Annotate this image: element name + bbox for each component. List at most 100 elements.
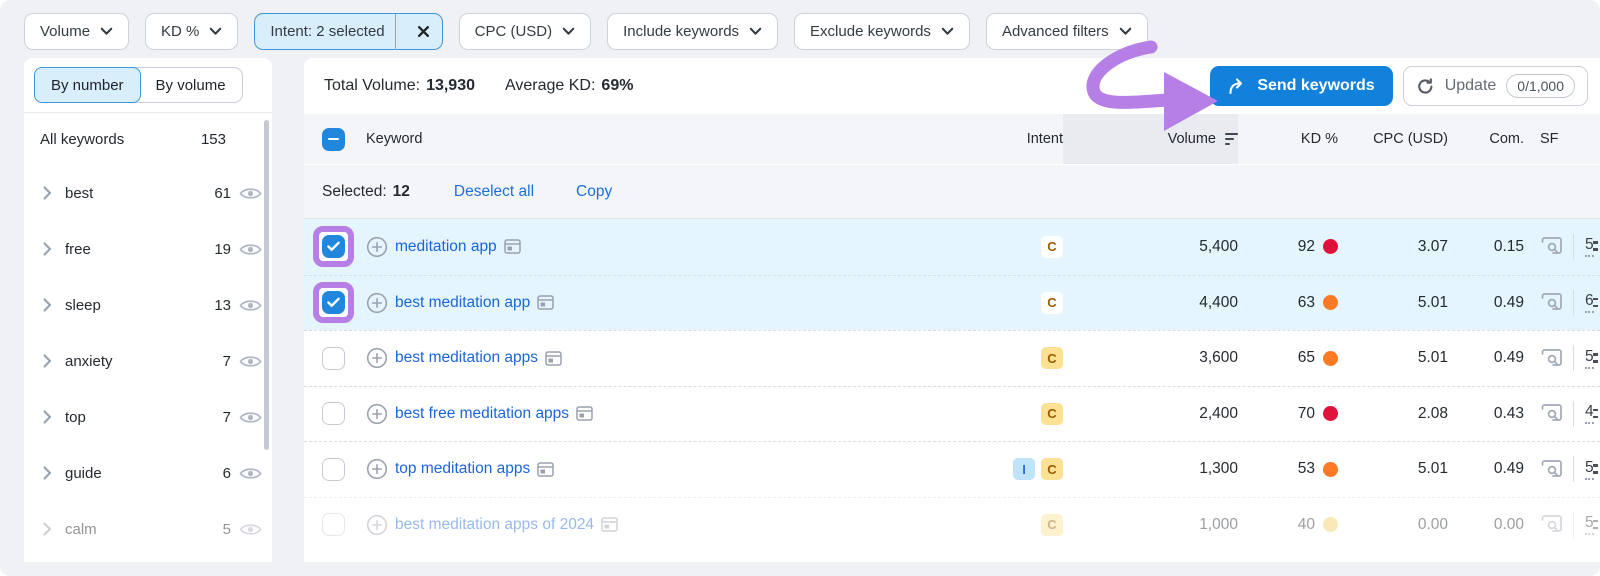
checkbox-highlight <box>322 347 345 370</box>
row-checkbox[interactable] <box>322 235 345 258</box>
filter-dropdown[interactable]: Include keywords <box>607 13 778 50</box>
filter-dropdown[interactable]: KD % <box>145 13 238 50</box>
add-to-list-icon[interactable] <box>366 403 388 425</box>
column-kd[interactable]: KD % <box>1301 131 1338 147</box>
sf-value[interactable]: 6 <box>1585 292 1594 313</box>
add-to-list-icon[interactable] <box>366 292 388 314</box>
com-value: 0.49 <box>1494 294 1524 312</box>
selection-toolbar: Selected: 12 Deselect all Copy <box>304 164 1600 219</box>
eye-icon[interactable] <box>239 298 262 313</box>
sidebar-group-item[interactable]: free 19 <box>24 221 272 277</box>
filter-dropdown[interactable]: Volume <box>24 13 129 50</box>
kd-dot-icon <box>1323 239 1338 254</box>
filter-label: Volume <box>40 23 90 40</box>
com-value: 0.15 <box>1494 238 1524 256</box>
keyword-link[interactable]: best meditation apps <box>395 349 538 367</box>
kd-dot-icon <box>1323 517 1338 532</box>
cpc-value: 5.01 <box>1418 460 1448 478</box>
keyword-link[interactable]: best free meditation apps <box>395 405 569 423</box>
sidebar-item-all-keywords[interactable]: All keywords 153 <box>24 113 272 165</box>
keyword-link[interactable]: meditation app <box>395 238 497 256</box>
column-intent[interactable]: Intent <box>1027 131 1063 147</box>
volume-value: 3,600 <box>1199 349 1238 367</box>
eye-icon[interactable] <box>239 466 262 481</box>
column-sf[interactable]: SF <box>1540 131 1559 147</box>
cpc-value: 2.08 <box>1418 405 1448 423</box>
keyword-link[interactable]: top meditation apps <box>395 460 530 478</box>
eye-icon[interactable] <box>239 354 262 369</box>
eye-icon[interactable] <box>239 410 262 425</box>
column-volume-sorted[interactable]: Volume <box>1063 114 1238 164</box>
intent-badges: IC <box>1013 458 1063 480</box>
row-checkbox[interactable] <box>322 347 345 370</box>
filter-bar: Volume KD % Intent: 2 selected CPC (USD)… <box>0 0 1600 50</box>
add-to-list-icon[interactable] <box>366 347 388 369</box>
filter-dropdown[interactable]: Intent: 2 selected <box>254 13 442 50</box>
eye-icon[interactable] <box>239 242 262 257</box>
serp-preview-icon[interactable] <box>1540 514 1564 535</box>
selected-label: Selected: <box>322 183 387 201</box>
serp-preview-icon[interactable] <box>1540 403 1564 424</box>
sidebar-group-item[interactable]: calm 5 <box>24 501 272 557</box>
filter-label: Intent: 2 selected <box>270 23 384 40</box>
tab-by-volume[interactable]: By volume <box>139 67 243 103</box>
eye-icon[interactable] <box>239 186 262 201</box>
tab-by-number[interactable]: By number <box>34 67 141 103</box>
keyword-link[interactable]: best meditation apps of 2024 <box>395 516 594 534</box>
results-panel: Total Volume: 13,930 Average KD: 69% Sen… <box>304 58 1600 562</box>
row-checkbox[interactable] <box>322 291 345 314</box>
serp-icon <box>601 517 618 532</box>
filter-dropdown[interactable]: Advanced filters <box>986 13 1148 50</box>
serp-preview-icon[interactable] <box>1540 236 1564 257</box>
filter-dropdown[interactable]: Exclude keywords <box>794 13 970 50</box>
select-all-checkbox[interactable] <box>322 128 345 151</box>
update-button[interactable]: Update 0/1,000 <box>1403 66 1588 106</box>
row-checkbox[interactable] <box>322 458 345 481</box>
column-keyword[interactable]: Keyword <box>366 131 422 147</box>
sidebar-group-item[interactable]: sleep 13 <box>24 277 272 333</box>
row-checkbox[interactable] <box>322 402 345 425</box>
sf-value[interactable]: 5 <box>1585 459 1594 480</box>
add-to-list-icon[interactable] <box>366 458 388 480</box>
all-keywords-count: 153 <box>201 131 226 148</box>
table-row: best meditation apps of 2024 C 1,000 40 … <box>304 497 1600 553</box>
close-icon[interactable] <box>406 14 442 50</box>
group-count: 13 <box>214 297 231 314</box>
sf-value[interactable]: 5 <box>1585 236 1594 257</box>
average-kd-value: 69% <box>601 77 633 95</box>
group-list: All keywords 153 best 61 free 19 sleep 1… <box>24 113 272 557</box>
send-keywords-button[interactable]: Send keywords <box>1210 66 1392 106</box>
serp-preview-icon[interactable] <box>1540 459 1564 480</box>
column-com[interactable]: Com. <box>1489 131 1524 147</box>
sidebar-group-item[interactable]: anxiety 7 <box>24 333 272 389</box>
serp-preview-icon[interactable] <box>1540 348 1564 369</box>
keyword-link[interactable]: best meditation app <box>395 294 530 312</box>
sf-value[interactable]: 5 <box>1585 348 1594 369</box>
intent-badges: C <box>1041 236 1063 258</box>
sort-descending-icon <box>1225 133 1238 145</box>
group-label: anxiety <box>65 353 113 370</box>
kd-value: 63 <box>1298 294 1315 312</box>
cpc-value: 3.07 <box>1418 238 1448 256</box>
add-to-list-icon[interactable] <box>366 236 388 258</box>
sidebar-scrollbar[interactable] <box>264 120 269 450</box>
intent-badge-C: C <box>1041 236 1063 258</box>
sidebar-group-item[interactable]: guide 6 <box>24 445 272 501</box>
chevron-down-icon <box>100 27 113 36</box>
sidebar-group-item[interactable]: top 7 <box>24 389 272 445</box>
sf-value[interactable]: 4 <box>1585 403 1594 424</box>
filter-label: Advanced filters <box>1002 23 1109 40</box>
sf-value[interactable]: 5 <box>1585 514 1594 535</box>
sidebar-group-item[interactable]: best 61 <box>24 165 272 221</box>
deselect-all-link[interactable]: Deselect all <box>454 183 534 201</box>
checkbox-highlight <box>313 282 354 323</box>
filter-dropdown[interactable]: CPC (USD) <box>459 13 592 50</box>
row-checkbox[interactable] <box>322 513 345 536</box>
eye-icon[interactable] <box>239 522 262 537</box>
summary-bar: Total Volume: 13,930 Average KD: 69% Sen… <box>304 58 1600 114</box>
group-count: 7 <box>223 409 231 426</box>
column-cpc[interactable]: CPC (USD) <box>1373 131 1448 147</box>
copy-link[interactable]: Copy <box>576 183 612 201</box>
serp-preview-icon[interactable] <box>1540 292 1564 313</box>
add-to-list-icon[interactable] <box>366 514 388 536</box>
